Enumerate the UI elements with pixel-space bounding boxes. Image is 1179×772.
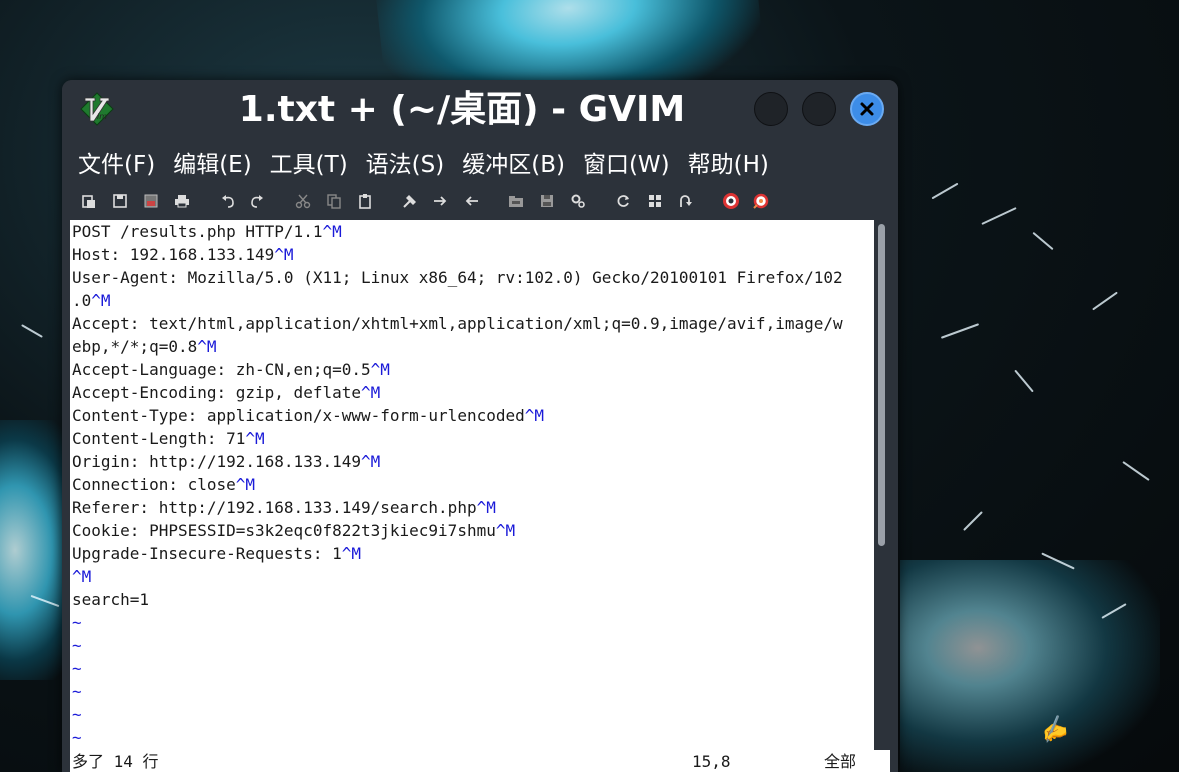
wallpaper-streak	[931, 182, 959, 200]
editor-line: Content-Length: 71^M	[72, 429, 265, 448]
menu-tools[interactable]: 工具(T)	[270, 145, 348, 179]
load-session-button[interactable]	[506, 191, 526, 211]
find-help-button[interactable]	[751, 191, 771, 211]
editor-line: POST /results.php HTTP/1.1^M	[72, 222, 342, 241]
undo-button[interactable]	[218, 191, 238, 211]
editor-line: search=1	[72, 590, 150, 609]
editor-line: Content-Type: application/x-www-form-url…	[72, 406, 545, 425]
run-script-icon	[571, 194, 585, 208]
wallpaper-streak	[1014, 369, 1034, 393]
menu-syntax[interactable]: 语法(S)	[366, 145, 445, 179]
status-message: 多了 14 行	[72, 752, 159, 771]
run-script-button[interactable]	[568, 191, 588, 211]
paste-button[interactable]	[355, 191, 375, 211]
copy-button[interactable]	[324, 191, 344, 211]
save-all-icon	[144, 194, 158, 208]
editor-line: Connection: close^M	[72, 475, 256, 494]
close-button[interactable]	[850, 92, 884, 126]
wallpaper-glow	[900, 560, 1160, 772]
vertical-scrollbar[interactable]	[874, 220, 890, 750]
undo-icon	[222, 195, 234, 208]
empty-line-marker: ~	[72, 705, 82, 724]
save-icon	[113, 194, 127, 208]
menu-bar: 文件(F) 编辑(E) 工具(T) 语法(S) 缓冲区(B) 窗口(W) 帮助(…	[62, 140, 898, 184]
vim-logo-icon: im	[80, 92, 114, 126]
find-help-icon	[753, 193, 769, 209]
command-line[interactable]: 多了 14 行 15,8 全部	[70, 750, 890, 772]
gvim-window: im 1.txt + (~/桌面) - GVIM 文件(F) 编辑(E) 工具(…	[62, 80, 898, 772]
make-icon	[617, 195, 629, 207]
svg-text:im: im	[97, 112, 107, 121]
close-icon	[860, 102, 874, 116]
make-button[interactable]	[613, 191, 633, 211]
scrollbar-thumb[interactable]	[878, 224, 885, 546]
empty-line-marker: ~	[72, 682, 82, 701]
load-session-icon	[509, 196, 523, 207]
wallpaper-streak	[981, 207, 1017, 225]
wallpaper-streak	[1032, 231, 1054, 251]
cut-icon	[295, 194, 311, 209]
run-ctags-button[interactable]	[645, 191, 665, 211]
title-bar[interactable]: im 1.txt + (~/桌面) - GVIM	[62, 80, 898, 140]
replace-button[interactable]	[400, 191, 420, 211]
wallpaper-streak	[940, 323, 980, 339]
menu-window[interactable]: 窗口(W)	[583, 145, 670, 179]
save-session-button[interactable]	[537, 191, 557, 211]
editor-line: User-Agent: Mozilla/5.0 (X11; Linux x86_…	[72, 268, 843, 287]
minimize-button[interactable]	[754, 92, 788, 126]
toolbar	[62, 186, 898, 216]
empty-line-marker: ~	[72, 728, 82, 747]
editor-line: Accept-Encoding: gzip, deflate^M	[72, 383, 381, 402]
maximize-button[interactable]	[802, 92, 836, 126]
editor-line: .0^M	[72, 291, 111, 310]
save-all-button[interactable]	[141, 191, 161, 211]
wallpaper-streak	[963, 511, 983, 531]
open-file-icon	[82, 195, 95, 208]
help-button[interactable]	[721, 191, 741, 211]
editor-line: Host: 192.168.133.149^M	[72, 245, 294, 264]
find-next-icon	[434, 196, 447, 206]
menu-help[interactable]: 帮助(H)	[688, 145, 769, 179]
save-button[interactable]	[110, 191, 130, 211]
menu-file[interactable]: 文件(F)	[78, 145, 155, 179]
paste-icon	[359, 194, 371, 209]
editor-line: ^M	[72, 567, 92, 586]
editor-line: Cookie: PHPSESSID=s3k2eqc0f822t3jkiec9i7…	[72, 521, 516, 540]
save-session-icon	[541, 195, 553, 207]
find-previous-button[interactable]	[462, 191, 482, 211]
text-editor[interactable]: POST /results.php HTTP/1.1^M Host: 192.1…	[70, 220, 874, 750]
empty-line-marker: ~	[72, 659, 82, 678]
run-ctags-icon	[649, 195, 661, 207]
cursor-position: 15,8	[692, 752, 731, 771]
jump-tag-icon	[680, 195, 692, 207]
redo-button[interactable]	[247, 191, 267, 211]
menu-buffers[interactable]: 缓冲区(B)	[462, 145, 565, 179]
editor-line: Accept: text/html,application/xhtml+xml,…	[72, 314, 843, 333]
jump-tag-button[interactable]	[675, 191, 695, 211]
editor-line: Referer: http://192.168.133.149/search.p…	[72, 498, 496, 517]
empty-line-marker: ~	[72, 636, 82, 655]
replace-icon	[403, 195, 416, 208]
editor-line: Accept-Language: zh-CN,en;q=0.5^M	[72, 360, 390, 379]
editor-line: ebp,*/*;q=0.8^M	[72, 337, 217, 356]
empty-line-marker: ~	[72, 613, 82, 632]
print-icon	[175, 195, 189, 208]
find-next-button[interactable]	[430, 191, 450, 211]
editor-line: Upgrade-Insecure-Requests: 1^M	[72, 544, 361, 563]
menu-edit[interactable]: 编辑(E)	[173, 145, 251, 179]
copy-icon	[327, 194, 341, 209]
wallpaper-streak	[1122, 461, 1150, 481]
wallpaper-streak	[21, 324, 43, 338]
redo-icon	[251, 195, 263, 208]
cut-button[interactable]	[293, 191, 313, 211]
window-title: 1.txt + (~/桌面) - GVIM	[238, 89, 686, 130]
editor-line: Origin: http://192.168.133.149^M	[72, 452, 381, 471]
wallpaper-streak	[1092, 291, 1118, 311]
help-icon	[723, 193, 739, 209]
scroll-indicator: 全部	[824, 752, 857, 771]
open-file-button[interactable]	[79, 191, 99, 211]
find-previous-icon	[465, 196, 478, 206]
print-button[interactable]	[172, 191, 192, 211]
